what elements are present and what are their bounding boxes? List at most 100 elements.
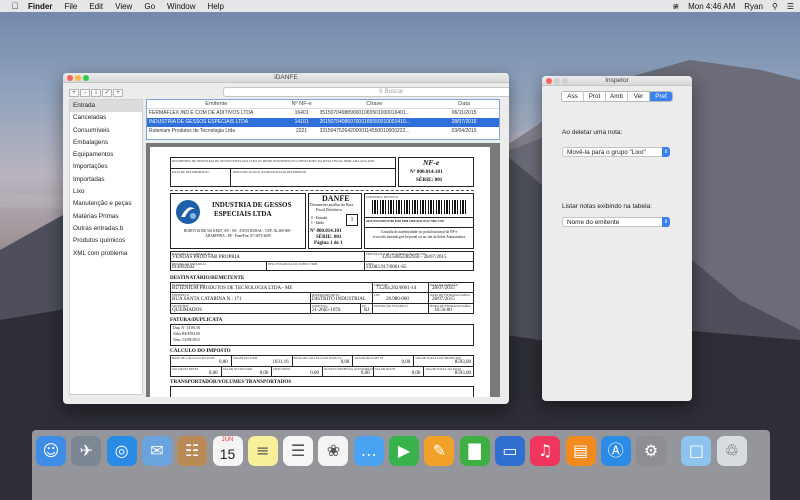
menu-file[interactable]: File [64, 2, 77, 11]
imposto-value: 8593,00 [454, 360, 471, 365]
info-button[interactable]: i [91, 89, 101, 97]
search-icon[interactable]: ⚲ [772, 2, 778, 11]
reminders-icon[interactable]: ☰ [283, 436, 314, 466]
user-name[interactable]: Ryan [744, 2, 763, 11]
add-group-button[interactable]: + [113, 89, 123, 97]
sidebar-item-manutencao[interactable]: Manutenção e peças [70, 198, 142, 210]
close-button[interactable] [67, 75, 73, 81]
column-header-emitente[interactable]: Emitente [147, 100, 284, 108]
numbers-icon[interactable]: ▇ [459, 436, 490, 466]
pages-icon[interactable]: ✎ [424, 436, 455, 466]
ibooks-icon[interactable]: ▤ [565, 436, 596, 466]
search-field[interactable]: ⚲ Buscar [223, 87, 509, 97]
divider [170, 168, 396, 169]
menu-view[interactable]: View [115, 2, 132, 11]
sidebar-item-entrada[interactable]: Entrada [70, 100, 142, 113]
barcode [372, 200, 468, 214]
cell-nfe: 16401 [294, 110, 309, 116]
sidebar-item-consumiveis[interactable]: Consumíveis [70, 125, 142, 137]
zoom-button[interactable] [562, 78, 568, 84]
wifi-icon[interactable]: ≇ [672, 2, 679, 11]
menu-app-name[interactable]: Finder [28, 2, 52, 11]
delete-label: Ao deletar uma nota: [562, 129, 623, 136]
company-logo-icon [176, 200, 200, 224]
close-button[interactable] [546, 78, 552, 84]
photos-icon[interactable]: ❀ [318, 436, 349, 466]
table-row[interactable]: Rutenium Produtos de Tecnologia Ltda 222… [147, 127, 499, 136]
municipio-value: QUEIMADOS [172, 308, 202, 313]
mail-icon[interactable]: ✉ [141, 436, 172, 466]
facetime-icon[interactable]: ▶ [389, 436, 419, 466]
menu-help[interactable]: Help [207, 2, 223, 11]
tab-pref[interactable]: Pref [650, 92, 672, 101]
trash-icon[interactable]: ♲ [716, 436, 747, 466]
finder-icon[interactable]: ☺ [36, 436, 66, 466]
minimize-button[interactable] [75, 75, 81, 81]
minimize-button[interactable] [554, 78, 560, 84]
sidebar-item-equipamentos[interactable]: Equipamentos [70, 149, 142, 161]
launchpad-icon[interactable]: ✈ [71, 436, 102, 466]
delete-popup[interactable]: Movê-la para o grupo "Lixo" ⇕ [562, 147, 670, 157]
apple-icon[interactable]:  [8, 1, 22, 11]
divider [352, 355, 354, 366]
emissao-value: 28/07/2015 [432, 286, 455, 291]
safari-icon[interactable]: ◎ [106, 436, 137, 466]
imposto-value: 0,00 [259, 371, 269, 376]
divider [230, 168, 231, 187]
menu-window[interactable]: Window [167, 2, 195, 11]
sidebar-item-importadas[interactable]: Importadas [70, 174, 142, 186]
menu-edit[interactable]: Edit [89, 2, 103, 11]
protocolo-value: 126150052462950 - 28/07/2015 [382, 255, 447, 260]
app-store-icon[interactable]: Ⓐ [600, 436, 631, 466]
messages-icon[interactable]: … [353, 436, 384, 466]
sidebar-item-produtos-quimicos[interactable]: Produtos químicos [70, 235, 142, 247]
check-button[interactable]: ✓ [102, 89, 112, 97]
sidebar-item-embalagens[interactable]: Embalagens [70, 137, 142, 149]
system-preferences-icon[interactable]: ⚙ [636, 436, 667, 466]
fatura-line: Venc. 01/09/2015 [173, 338, 200, 342]
notes-icon[interactable]: ≡ [247, 436, 278, 466]
table-row[interactable]: FERMAFLEX IND E COM DE ADITIVOS LTDA 164… [147, 109, 499, 118]
sidebar-item-outras-entradas[interactable]: Outras entradas.b [70, 223, 142, 235]
danfe-preview[interactable]: RECEBEMOS DE INDUSTRIA DE GESSOS ESPECIA… [146, 143, 500, 397]
ie-dest-label: INSCRIÇÃO ESTADUAL [374, 304, 409, 308]
add-button[interactable]: + [69, 89, 79, 97]
sidebar-item-importacoes[interactable]: Importações [70, 161, 142, 173]
column-header-chave[interactable]: Chave [320, 100, 430, 108]
column-header-data[interactable]: Data [429, 100, 499, 108]
menu-bar:  Finder File Edit View Go Window Help ≇… [0, 0, 800, 12]
uf-value: RJ [364, 308, 370, 313]
keynote-icon[interactable]: ▭ [494, 436, 525, 466]
remove-button[interactable]: - [80, 89, 90, 97]
sidebar-item-canceladas[interactable]: Canceladas [70, 112, 142, 124]
tab-ass[interactable]: Ass [562, 92, 584, 101]
danfe-subtitle: Documento auxiliar da Nota [310, 203, 354, 207]
divider [364, 261, 365, 271]
tab-ver[interactable]: Ver [628, 92, 650, 101]
dest-name: RUTENIUM PRODUTOS DE TECNOLOGIA LTDA - M… [172, 286, 293, 291]
imposto-value: 0,00 [310, 371, 319, 376]
sidebar-item-materias-primas[interactable]: Matérias Primas [70, 211, 142, 223]
cell-chave: 3315047526420000114550010000222... [319, 128, 410, 134]
divider [291, 355, 293, 366]
column-header-nfe[interactable]: Nº NF-e [284, 100, 320, 108]
tab-amb[interactable]: Amb [606, 92, 628, 101]
zoom-button[interactable] [83, 75, 89, 81]
divider [322, 366, 323, 377]
sidebar-item-xml-problema[interactable]: XML com problema [70, 248, 142, 260]
bairro-value: DISTRITO INDUSTRIAL [312, 297, 366, 302]
cell-data: 28/07/2015 [451, 119, 477, 125]
sidebar-item-lixo[interactable]: Lixo [70, 186, 142, 198]
list-popup[interactable]: Nome do emitente ⇕ [562, 217, 670, 227]
contacts-icon[interactable]: ☷ [177, 436, 208, 466]
list-icon[interactable]: ☰ [787, 2, 794, 11]
tab-prot[interactable]: Prot [584, 92, 606, 101]
cell-emitente: INDUSTRIA DE GESSOS ESPECIAIS LTDA [149, 119, 249, 125]
calendar-icon[interactable]: JUN 15 [212, 436, 243, 466]
table-row-selected[interactable]: INDUSTRIA DE GESSOS ESPECIAIS LTDA 14101… [147, 118, 499, 127]
itunes-icon[interactable]: ♫ [530, 436, 561, 466]
menu-go[interactable]: Go [144, 2, 155, 11]
folder-icon[interactable]: □ [681, 436, 712, 466]
divider [364, 251, 365, 261]
clock[interactable]: Mon 4:46 AM [688, 2, 735, 11]
